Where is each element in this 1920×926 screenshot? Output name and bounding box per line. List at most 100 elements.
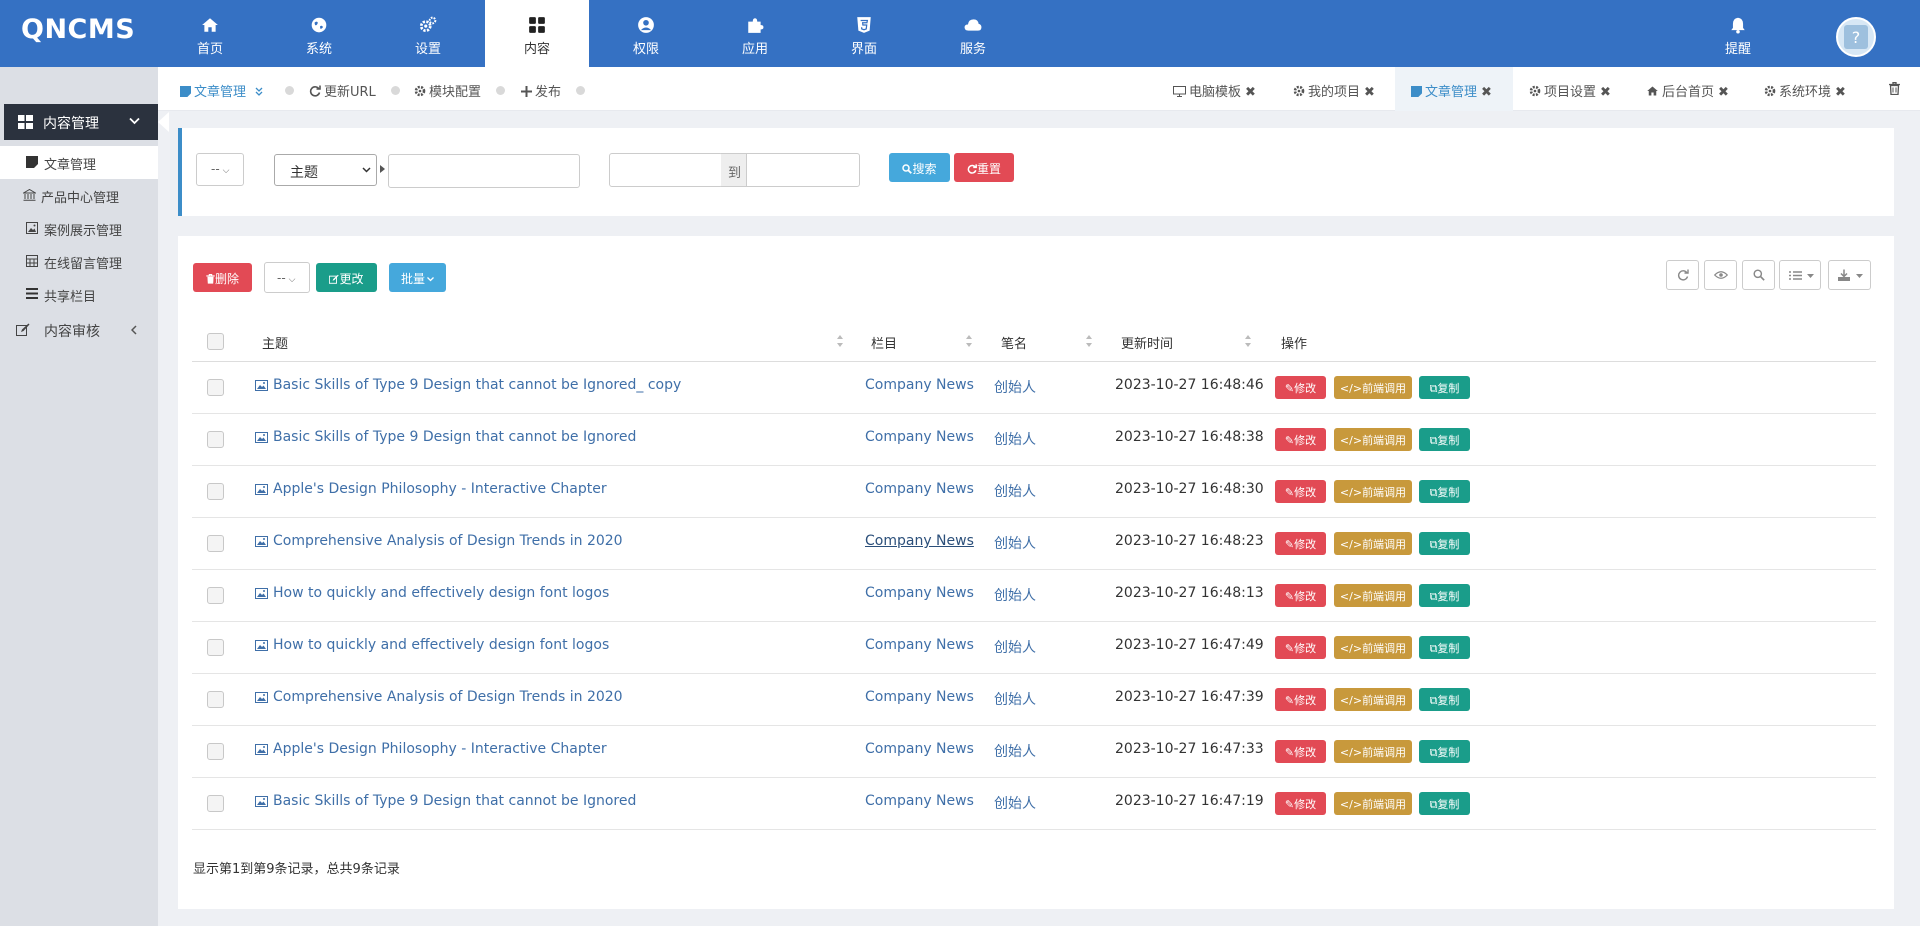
- row-checkbox[interactable]: [207, 379, 224, 396]
- frontend-call-button[interactable]: </>前端调用: [1334, 428, 1412, 451]
- date-to-input[interactable]: [746, 153, 860, 187]
- article-category-link[interactable]: Company News: [865, 741, 974, 757]
- frontend-call-button[interactable]: </>前端调用: [1334, 792, 1412, 815]
- page-tab-dashboard[interactable]: 后台首页 ✖: [1646, 67, 1729, 111]
- article-author-link[interactable]: 创始人: [994, 689, 1036, 709]
- page-tab-my-projects[interactable]: 我的项目 ✖: [1293, 67, 1375, 111]
- row-checkbox[interactable]: [207, 743, 224, 760]
- sort-icon[interactable]: [836, 334, 844, 348]
- reset-button[interactable]: 重置: [954, 153, 1014, 182]
- sort-icon[interactable]: [965, 334, 973, 348]
- article-category-link[interactable]: Company News: [865, 637, 974, 653]
- article-category-link[interactable]: Company News: [865, 377, 974, 393]
- scope-select[interactable]: -- ⌵: [196, 153, 244, 186]
- copy-button[interactable]: ⧉复制: [1419, 688, 1470, 711]
- copy-button[interactable]: ⧉复制: [1419, 428, 1470, 451]
- page-tab-articles[interactable]: 文章管理 ✖: [1395, 67, 1513, 111]
- app-logo[interactable]: QNCMS: [21, 14, 135, 45]
- edit-button[interactable]: ✎修改: [1275, 480, 1326, 503]
- row-checkbox[interactable]: [207, 795, 224, 812]
- delete-button[interactable]: 删除: [193, 263, 252, 292]
- avatar[interactable]: ?: [1836, 17, 1876, 57]
- article-category-link[interactable]: Company News: [865, 793, 974, 809]
- frontend-call-button[interactable]: </>前端调用: [1334, 480, 1412, 503]
- nav-permissions[interactable]: 权限: [594, 0, 698, 67]
- edit-button[interactable]: ✎修改: [1275, 792, 1326, 815]
- trash-icon[interactable]: [1889, 82, 1900, 95]
- article-title-link[interactable]: Basic Skills of Type 9 Design that canno…: [273, 377, 681, 393]
- close-icon[interactable]: ✖: [1481, 85, 1492, 100]
- edit-button[interactable]: ✎修改: [1275, 532, 1326, 555]
- copy-button[interactable]: ⧉复制: [1419, 792, 1470, 815]
- toggle-view-button[interactable]: [1704, 260, 1737, 290]
- close-icon[interactable]: ✖: [1245, 85, 1256, 100]
- sort-icon[interactable]: [1244, 334, 1252, 348]
- close-icon[interactable]: ✖: [1364, 85, 1375, 100]
- export-button[interactable]: [1828, 260, 1871, 290]
- article-author-link[interactable]: 创始人: [994, 637, 1036, 657]
- article-title-link[interactable]: Basic Skills of Type 9 Design that canno…: [273, 429, 636, 445]
- nav-interface[interactable]: 界面: [812, 0, 916, 67]
- batch-button[interactable]: 批量: [389, 263, 446, 292]
- page-tab-pc-template[interactable]: 电脑模板 ✖: [1173, 67, 1256, 111]
- sidebar-item-shared-columns[interactable]: 共享栏目: [0, 278, 158, 311]
- nav-services[interactable]: 服务: [921, 0, 1025, 67]
- column-header-updated[interactable]: 更新时间: [1121, 333, 1173, 352]
- crumb-publish[interactable]: 发布: [521, 81, 561, 100]
- crumb-update-url[interactable]: 更新URL: [309, 81, 376, 100]
- article-author-link[interactable]: 创始人: [994, 481, 1036, 501]
- copy-button[interactable]: ⧉复制: [1419, 480, 1470, 503]
- article-title-link[interactable]: Comprehensive Analysis of Design Trends …: [273, 533, 623, 549]
- article-category-link[interactable]: Company News: [865, 533, 974, 549]
- sidebar-item-cases[interactable]: 案例展示管理: [0, 212, 158, 245]
- nav-system[interactable]: 系统: [267, 0, 371, 67]
- columns-button[interactable]: [1779, 260, 1821, 290]
- edit-button[interactable]: ✎修改: [1275, 688, 1326, 711]
- nav-apps[interactable]: 应用: [703, 0, 807, 67]
- copy-button[interactable]: ⧉复制: [1419, 376, 1470, 399]
- update-button[interactable]: 更改: [316, 263, 377, 292]
- sidebar-item-review[interactable]: 内容审核: [0, 313, 158, 346]
- article-author-link[interactable]: 创始人: [994, 741, 1036, 761]
- copy-button[interactable]: ⧉复制: [1419, 584, 1470, 607]
- close-icon[interactable]: ✖: [1835, 85, 1846, 100]
- frontend-call-button[interactable]: </>前端调用: [1334, 376, 1412, 399]
- copy-button[interactable]: ⧉复制: [1419, 740, 1470, 763]
- row-checkbox[interactable]: [207, 483, 224, 500]
- page-tab-system-env[interactable]: 系统环境 ✖: [1764, 67, 1846, 111]
- keyword-input[interactable]: [388, 154, 580, 188]
- table-search-button[interactable]: [1742, 260, 1775, 290]
- crumb-module-config[interactable]: 模块配置: [414, 81, 481, 100]
- article-title-link[interactable]: Basic Skills of Type 9 Design that canno…: [273, 793, 636, 809]
- edit-button[interactable]: ✎修改: [1275, 636, 1326, 659]
- page-tab-project-settings[interactable]: 项目设置 ✖: [1529, 67, 1611, 111]
- nav-settings[interactable]: 设置: [376, 0, 480, 67]
- frontend-call-button[interactable]: </>前端调用: [1334, 636, 1412, 659]
- row-checkbox[interactable]: [207, 691, 224, 708]
- row-checkbox[interactable]: [207, 587, 224, 604]
- article-category-link[interactable]: Company News: [865, 481, 974, 497]
- sidebar-section-content-management[interactable]: 内容管理: [4, 104, 169, 140]
- close-icon[interactable]: ✖: [1600, 85, 1611, 100]
- article-author-link[interactable]: 创始人: [994, 585, 1036, 605]
- edit-button[interactable]: ✎修改: [1275, 428, 1326, 451]
- article-author-link[interactable]: 创始人: [994, 429, 1036, 449]
- article-category-link[interactable]: Company News: [865, 429, 974, 445]
- select-all-checkbox[interactable]: [207, 333, 224, 350]
- copy-button[interactable]: ⧉复制: [1419, 532, 1470, 555]
- article-category-link[interactable]: Company News: [865, 689, 974, 705]
- frontend-call-button[interactable]: </>前端调用: [1334, 532, 1412, 555]
- article-author-link[interactable]: 创始人: [994, 793, 1036, 813]
- edit-button[interactable]: ✎修改: [1275, 376, 1326, 399]
- edit-button[interactable]: ✎修改: [1275, 740, 1326, 763]
- frontend-call-button[interactable]: </>前端调用: [1334, 740, 1412, 763]
- nav-home[interactable]: 首页: [158, 0, 262, 67]
- sort-icon[interactable]: [1085, 334, 1093, 348]
- row-checkbox[interactable]: [207, 431, 224, 448]
- article-title-link[interactable]: How to quickly and effectively design fo…: [273, 585, 609, 601]
- copy-button[interactable]: ⧉复制: [1419, 636, 1470, 659]
- sidebar-item-articles[interactable]: 文章管理: [0, 146, 158, 179]
- article-title-link[interactable]: How to quickly and effectively design fo…: [273, 637, 609, 653]
- article-category-link[interactable]: Company News: [865, 585, 974, 601]
- sidebar-item-products[interactable]: 产品中心管理: [0, 179, 158, 212]
